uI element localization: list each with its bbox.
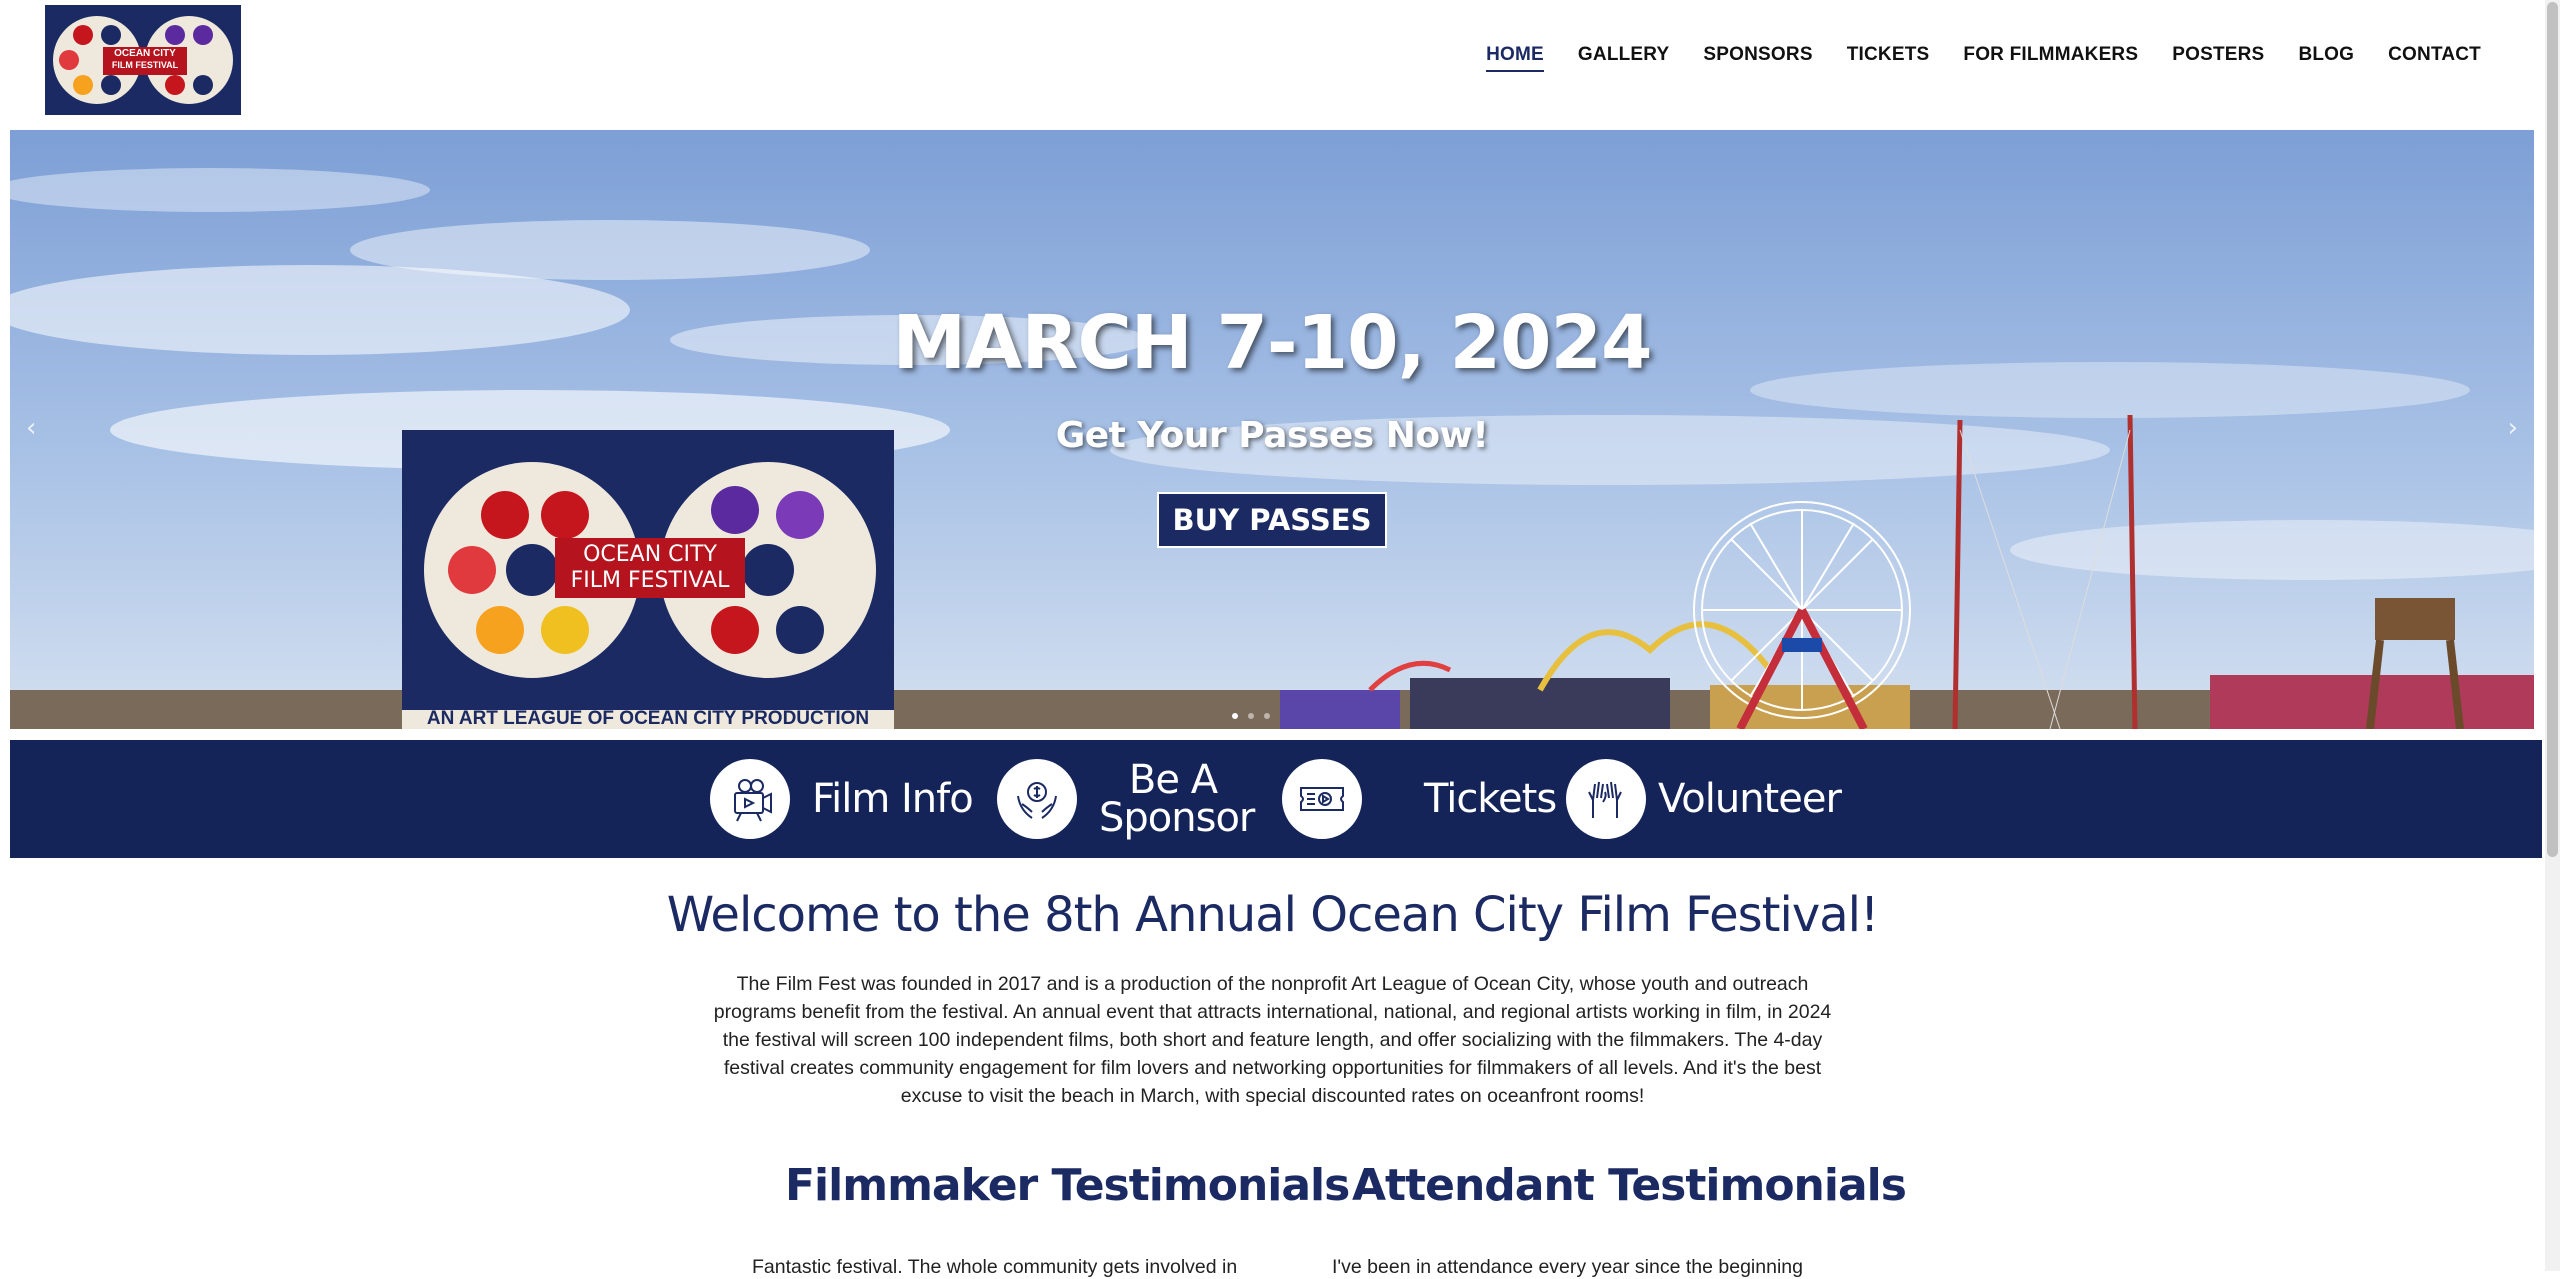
nav-blog[interactable]: BLOG — [2298, 44, 2354, 72]
raised-hands-icon — [1566, 759, 1646, 839]
site-logo[interactable]: OCEAN CITY FILM FESTIVAL — [45, 5, 241, 115]
slider-dots — [1232, 713, 1270, 719]
main-nav: HOME GALLERY SPONSORS TICKETS FOR FILMMA… — [1452, 44, 2481, 72]
quicklinks-bar: Film Info Be A Sponsor Tickets Volunteer — [10, 740, 2542, 858]
nav-tickets[interactable]: TICKETS — [1847, 44, 1930, 72]
quicklink-tickets[interactable]: Tickets — [1282, 740, 1557, 858]
ticket-icon — [1282, 759, 1362, 839]
logo-text-line1: OCEAN CITY — [114, 48, 176, 59]
poster-text-line2: FILM FESTIVAL — [570, 568, 730, 593]
film-camera-icon — [710, 759, 790, 839]
scrollbar-thumb[interactable] — [2547, 2, 2558, 857]
logo-text-line2: FILM FESTIVAL — [111, 60, 179, 70]
nav-for-filmmakers[interactable]: FOR FILMMAKERS — [1963, 44, 2138, 72]
filmmaker-testimonials-title: Filmmaker Testimonials — [785, 1160, 1350, 1211]
slider-dot[interactable] — [1232, 713, 1238, 719]
welcome-title: Welcome to the 8th Annual Ocean City Fil… — [666, 887, 1879, 943]
quicklink-volunteer[interactable]: Volunteer — [1566, 740, 1842, 858]
quicklink-label: Be A Sponsor — [1099, 757, 1255, 841]
hero-subtitle: Get Your Passes Now! — [1055, 415, 1489, 456]
page-scrollbar[interactable] — [2545, 0, 2560, 1271]
quicklink-film-info[interactable]: Film Info — [710, 740, 974, 858]
attendant-testimonials-title: Attendant Testimonials — [1352, 1160, 1907, 1211]
nav-sponsors[interactable]: SPONSORS — [1703, 44, 1812, 72]
hero-slider: OCEAN CITY FILM FESTIVAL AN ART LEAGUE O… — [10, 130, 2534, 729]
filmmaker-testimonial-text: Fantastic festival. The whole community … — [752, 1256, 1238, 1278]
nav-gallery[interactable]: GALLERY — [1578, 44, 1669, 72]
nav-home[interactable]: HOME — [1486, 44, 1544, 72]
hero-title: MARCH 7-10, 2024 — [892, 300, 1653, 386]
poster-text-line1: OCEAN CITY — [583, 542, 717, 567]
quicklink-label: Film Info — [812, 776, 974, 822]
site-header: OCEAN CITY FILM FESTIVAL HOME GALLERY SP… — [0, 0, 2545, 130]
quicklink-label: Tickets — [1424, 776, 1557, 822]
welcome-text: The Film Fest was founded in 2017 and is… — [713, 973, 1832, 1107]
slider-prev-arrow-icon[interactable]: ‹ — [26, 413, 36, 443]
nav-posters[interactable]: POSTERS — [2172, 44, 2264, 72]
money-hands-icon — [997, 759, 1077, 839]
quicklink-sponsor[interactable]: Be A Sponsor — [997, 740, 1255, 858]
slider-dot[interactable] — [1264, 713, 1270, 719]
poster-tagline: AN ART LEAGUE OF OCEAN CITY PRODUCTION — [426, 708, 870, 729]
slider-next-arrow-icon[interactable]: › — [2508, 413, 2518, 443]
slider-dot[interactable] — [1248, 713, 1254, 719]
quicklink-label: Volunteer — [1658, 776, 1842, 822]
nav-contact[interactable]: CONTACT — [2388, 44, 2481, 72]
buy-passes-button[interactable]: BUY PASSES — [1157, 492, 1387, 548]
attendant-testimonial-text: I've been in attendance every year since… — [1332, 1256, 1803, 1278]
